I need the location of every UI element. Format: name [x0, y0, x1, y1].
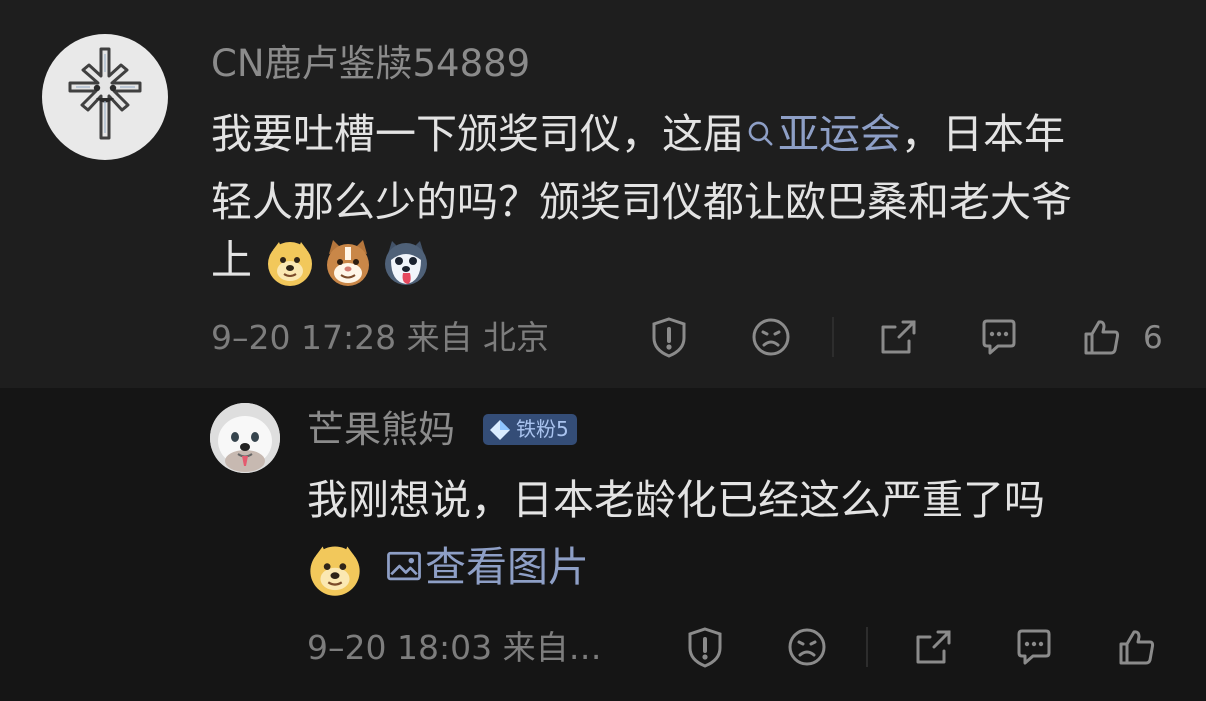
like-icon[interactable]	[1113, 624, 1159, 670]
topic-link[interactable]: 亚运会	[744, 110, 901, 158]
search-icon	[744, 117, 778, 151]
divider	[832, 317, 834, 357]
comment-text: 我要吐槽一下颁奖司仪，这届	[211, 110, 744, 158]
topic-link-label: 亚运会	[778, 110, 901, 158]
white-dog-avatar-icon	[210, 403, 280, 473]
comment-text: 上	[211, 236, 252, 284]
reply-meta: 9–20 18:03 来自…	[307, 628, 602, 667]
image-icon	[383, 546, 425, 588]
comment-icon[interactable]	[1011, 624, 1057, 670]
snowflake-avatar-icon	[68, 47, 142, 140]
dislike-icon[interactable]	[784, 624, 830, 670]
comment-text: ，日本年	[901, 110, 1065, 158]
reply-line-2: 查看图片	[307, 537, 589, 598]
comment-line-1: 我要吐槽一下颁奖司仪，这届 亚运会，日本年	[211, 104, 1065, 164]
cat-emoji-icon	[323, 238, 373, 288]
avatar[interactable]	[42, 34, 168, 160]
username[interactable]: 芒果熊妈	[307, 408, 455, 452]
fan-badge[interactable]: 铁粉5	[483, 414, 577, 445]
comment-line-2: 轻人那么少的吗？颁奖司仪都让欧巴桑和老大爷	[211, 178, 1072, 226]
doge-emoji-icon	[265, 238, 315, 288]
dislike-icon[interactable]	[748, 314, 794, 360]
reply-line-1: 我刚想说，日本老龄化已经这么严重了吗	[307, 476, 1045, 524]
diamond-icon	[490, 419, 510, 440]
report-icon[interactable]	[646, 314, 692, 360]
like-icon[interactable]	[1078, 314, 1124, 360]
badge-label: 铁粉5	[516, 417, 569, 441]
view-image-label: 查看图片	[425, 543, 589, 591]
report-icon[interactable]	[682, 624, 728, 670]
husky-emoji-icon	[381, 238, 431, 288]
view-image-link[interactable]: 查看图片	[383, 543, 589, 591]
avatar[interactable]	[210, 403, 280, 473]
doge-emoji-icon	[307, 542, 363, 598]
comment-line-3: 上	[211, 230, 439, 290]
comment-meta: 9–20 17:28 来自 北京	[211, 318, 550, 357]
username[interactable]: CN鹿卢鉴牍54889	[211, 42, 530, 86]
share-icon[interactable]	[875, 314, 921, 360]
share-icon[interactable]	[910, 624, 956, 670]
comment-icon[interactable]	[976, 314, 1022, 360]
divider	[866, 627, 868, 667]
like-count: 6	[1143, 320, 1163, 356]
